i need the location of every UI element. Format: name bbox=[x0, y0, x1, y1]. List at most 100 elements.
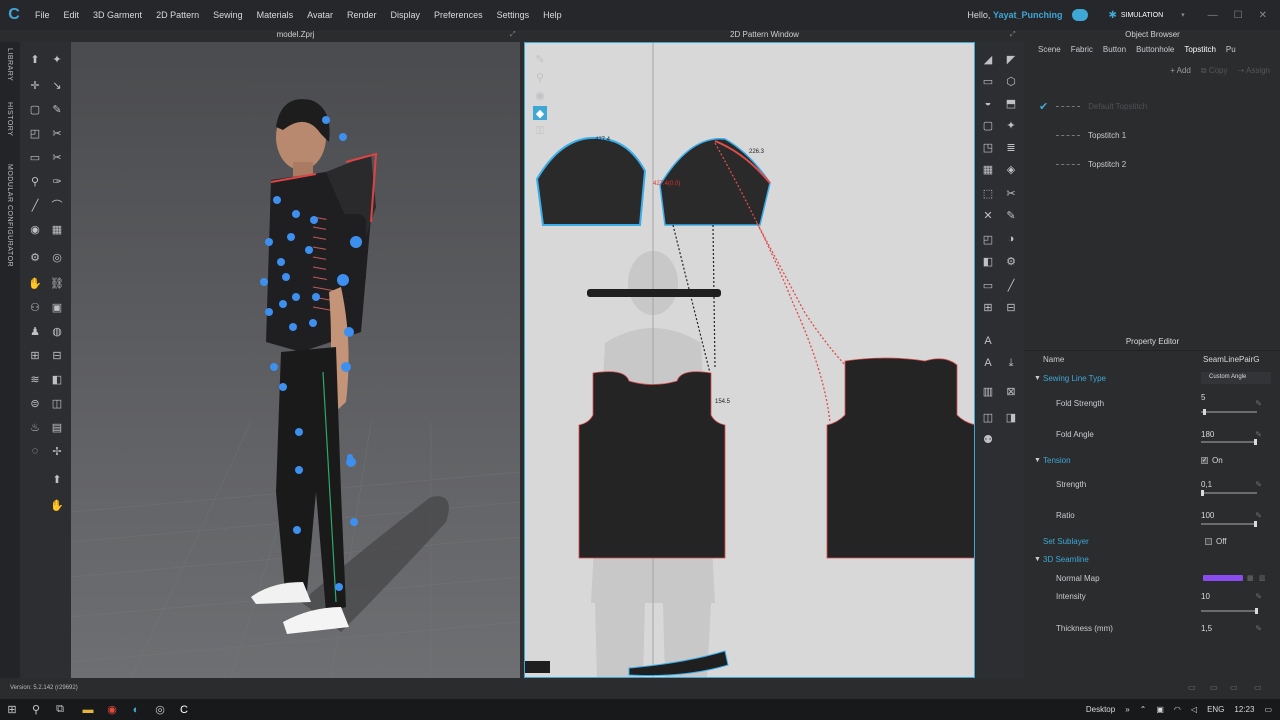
ptool-1-icon[interactable]: ◢ bbox=[981, 52, 995, 66]
expand-icon[interactable]: ⤢ bbox=[510, 31, 516, 39]
view-3-icon[interactable]: ▭ bbox=[1230, 683, 1238, 692]
cloud-icon[interactable] bbox=[1072, 9, 1089, 21]
tray-expand-icon[interactable]: ⌃ bbox=[1140, 705, 1147, 714]
chevron-icon[interactable]: » bbox=[1125, 705, 1129, 714]
ptool-16-icon[interactable]: ✎ bbox=[1004, 208, 1018, 222]
button-tool-icon[interactable]: ◎ bbox=[50, 250, 64, 264]
pattern-view-icon[interactable]: ◉ bbox=[533, 88, 547, 102]
windows-start-icon[interactable]: ⊞ bbox=[0, 703, 24, 716]
hand-icon[interactable]: ✋ bbox=[28, 276, 42, 290]
strength-value[interactable]: 0,1 bbox=[1201, 480, 1212, 489]
desktop-label[interactable]: Desktop bbox=[1086, 705, 1115, 714]
menu-display[interactable]: Display bbox=[384, 10, 428, 20]
menu-2d-pattern[interactable]: 2D Pattern bbox=[149, 10, 206, 20]
ptool-19-icon[interactable]: ◧ bbox=[981, 254, 995, 268]
curve-icon[interactable]: ⌒ bbox=[50, 198, 64, 212]
ratio-slider[interactable] bbox=[1201, 521, 1257, 527]
chevron-down-icon[interactable]: ▾ bbox=[1181, 11, 1185, 19]
fold-strength-value[interactable]: 5 bbox=[1201, 393, 1205, 402]
fabric-icon[interactable]: ▣ bbox=[50, 300, 64, 314]
ptool-27-icon[interactable]: ⊠ bbox=[1004, 384, 1018, 398]
ptool-12-icon[interactable]: ◈ bbox=[1004, 162, 1018, 176]
expand-triangle-icon[interactable]: ▼ bbox=[1034, 556, 1041, 563]
ptool-20-icon[interactable]: ⚙ bbox=[1004, 254, 1018, 268]
zipper-icon[interactable]: ⛓ bbox=[50, 276, 64, 290]
expand-triangle-icon[interactable]: ▼ bbox=[1034, 457, 1041, 464]
add-button[interactable]: + Add bbox=[1170, 66, 1191, 76]
ptool-3-icon[interactable]: ▭ bbox=[981, 74, 995, 88]
sublayer-icon[interactable]: ◧ bbox=[50, 372, 64, 386]
fold-angle-value[interactable]: 180 bbox=[1201, 430, 1214, 439]
minimize-icon[interactable]: — bbox=[1205, 10, 1221, 21]
ptool-17-icon[interactable]: ◰ bbox=[981, 232, 995, 246]
figure-icon[interactable]: ♟ bbox=[28, 324, 42, 338]
tape-icon[interactable]: ◉ bbox=[28, 222, 42, 236]
edit-icon[interactable]: ✎ bbox=[1255, 430, 1262, 439]
grid-icon[interactable]: ▦ bbox=[1247, 574, 1254, 582]
ptool-28-icon[interactable]: ◫ bbox=[981, 410, 995, 424]
view-2-icon[interactable]: ▭ bbox=[1210, 683, 1218, 692]
tab-button[interactable]: Button bbox=[1098, 45, 1131, 54]
lining-icon[interactable]: ▤ bbox=[50, 420, 64, 434]
ptool-2-icon[interactable]: ◤ bbox=[1004, 52, 1018, 66]
ptool-8-icon[interactable]: ✦ bbox=[1004, 118, 1018, 132]
ptool-6-icon[interactable]: ⬒ bbox=[1004, 96, 1018, 110]
tack-icon[interactable]: ✂ bbox=[50, 150, 64, 164]
pattern-edit-icon[interactable]: ⚲ bbox=[533, 70, 547, 84]
shape-icon[interactable]: ◍ bbox=[50, 324, 64, 338]
ptool-7-icon[interactable]: ▢ bbox=[981, 118, 995, 132]
menu-help[interactable]: Help bbox=[536, 10, 569, 20]
ptool-18-icon[interactable]: ◑ bbox=[1004, 232, 1018, 246]
transform-icon[interactable]: ✛ bbox=[28, 78, 42, 92]
ptool-13-icon[interactable]: ⬚ bbox=[981, 186, 995, 200]
view-1-icon[interactable]: ▭ bbox=[1188, 683, 1196, 692]
strength-slider[interactable] bbox=[1201, 490, 1257, 496]
username[interactable]: Yayat_Punching bbox=[993, 10, 1063, 20]
ptool-15-icon[interactable]: ✕ bbox=[981, 208, 995, 222]
menu-sewing[interactable]: Sewing bbox=[206, 10, 250, 20]
ptool-26-icon[interactable]: ▥ bbox=[981, 384, 995, 398]
edge-icon[interactable]: ◐ bbox=[124, 704, 148, 716]
3d-viewport[interactable] bbox=[71, 42, 520, 678]
glue-icon[interactable]: ♨ bbox=[28, 420, 42, 434]
name-value[interactable]: SeamLinePairG bbox=[1203, 355, 1259, 364]
avatar-pin-icon[interactable]: ⚙ bbox=[28, 250, 42, 264]
brush-icon[interactable]: ✑ bbox=[50, 174, 64, 188]
tab-topstitch[interactable]: Topstitch bbox=[1179, 45, 1221, 54]
ptool-9-icon[interactable]: ◳ bbox=[981, 140, 995, 154]
tab-history[interactable]: HISTORY bbox=[6, 102, 13, 136]
loop-icon[interactable]: ◌ bbox=[28, 444, 42, 458]
pattern-active-icon[interactable]: ◆ bbox=[533, 106, 547, 120]
ptool-5-icon[interactable]: ◒ bbox=[981, 96, 995, 110]
cut-icon[interactable]: ✂ bbox=[50, 126, 64, 140]
clo-app-icon[interactable]: C bbox=[172, 704, 196, 716]
edit-icon[interactable]: ✎ bbox=[1255, 511, 1262, 520]
simulation-button[interactable]: ✱ SIMULATION ▾ bbox=[1098, 10, 1194, 21]
ptool-22-icon[interactable]: ╱ bbox=[1004, 278, 1018, 292]
pattern-lock-icon[interactable]: ⚿ bbox=[533, 124, 547, 138]
clock[interactable]: 12:23 bbox=[1234, 705, 1254, 714]
tab-scene[interactable]: Scene bbox=[1033, 45, 1066, 54]
wifi-icon[interactable]: ◠ bbox=[1174, 705, 1181, 714]
edit-icon[interactable]: ✎ bbox=[1255, 624, 1262, 633]
fold-angle-slider[interactable] bbox=[1201, 439, 1257, 445]
select-icon[interactable]: ⬆ bbox=[28, 52, 42, 66]
3d-scene[interactable] bbox=[71, 42, 520, 678]
paint-icon[interactable]: ✋ bbox=[50, 498, 64, 512]
tab-pu[interactable]: Pu bbox=[1221, 45, 1241, 54]
2d-pattern-window[interactable]: 427.4 226.3 154.5 427.4(0.0) bbox=[524, 42, 975, 678]
grid-icon[interactable]: ▦ bbox=[50, 222, 64, 236]
maximize-icon[interactable]: ☐ bbox=[1231, 10, 1246, 21]
list-item[interactable]: ✔ Default Topstitch bbox=[1025, 92, 1280, 121]
app-icon[interactable]: ◎ bbox=[148, 703, 172, 716]
pose-icon[interactable]: ⚇ bbox=[28, 300, 42, 314]
ptool-29-icon[interactable]: ◨ bbox=[1004, 410, 1018, 424]
elastic-icon[interactable]: ⊜ bbox=[28, 396, 42, 410]
menu-render[interactable]: Render bbox=[340, 10, 384, 20]
list-item[interactable]: Topstitch 1 bbox=[1025, 121, 1280, 150]
layer-icon[interactable]: ≋ bbox=[28, 372, 42, 386]
intensity-value[interactable]: 10 bbox=[1201, 592, 1210, 601]
edit-icon[interactable]: ✎ bbox=[1255, 480, 1262, 489]
app-logo-icon[interactable]: C bbox=[0, 0, 28, 30]
intensity-slider[interactable] bbox=[1201, 608, 1258, 614]
